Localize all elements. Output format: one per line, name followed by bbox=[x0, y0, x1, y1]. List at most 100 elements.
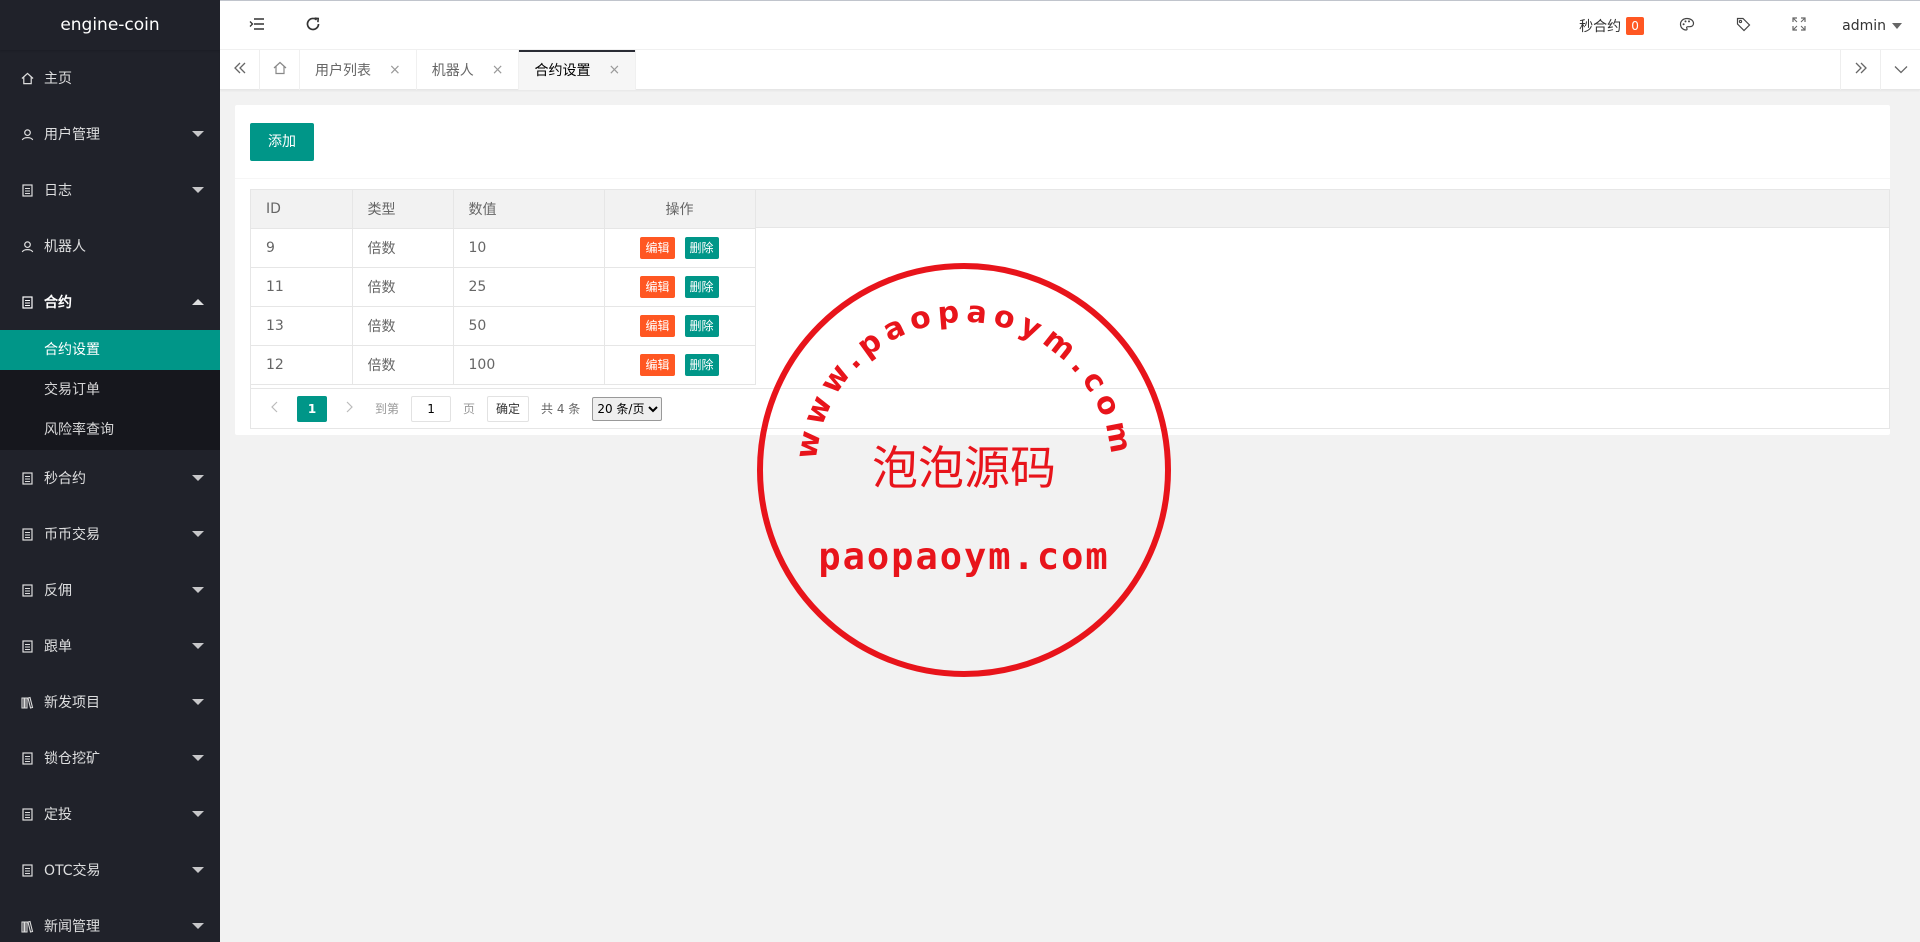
sidebar-item-label: 锁仓挖矿 bbox=[44, 751, 100, 767]
prev-page-button[interactable] bbox=[261, 396, 287, 422]
cell-id: 11 bbox=[251, 267, 353, 307]
double-chevron-right-icon bbox=[1854, 62, 1868, 78]
data-table: ID 类型 数值 操作 9 倍数 10 编辑 删除 11 倍数 25 编辑 删除… bbox=[250, 189, 1890, 429]
sidebar-item-lock-mining[interactable]: 锁仓挖矿 bbox=[0, 730, 220, 786]
sidebar-item-robot[interactable]: 机器人 bbox=[0, 218, 220, 274]
cell-action: 编辑 删除 bbox=[604, 345, 756, 385]
close-icon[interactable]: × bbox=[608, 62, 620, 78]
sidebar-subitem-contract-settings[interactable]: 合约设置 bbox=[0, 330, 220, 370]
sidebar-item-user-management[interactable]: 用户管理 bbox=[0, 106, 220, 162]
tag-button[interactable] bbox=[1715, 1, 1771, 51]
column-header-id[interactable]: ID bbox=[251, 190, 353, 229]
table-header-fill bbox=[755, 190, 1889, 228]
chevron-down-icon bbox=[192, 755, 204, 761]
add-button[interactable]: 添加 bbox=[250, 123, 314, 161]
chevron-down-icon bbox=[192, 699, 204, 705]
tabs-menu-button[interactable] bbox=[1880, 50, 1920, 90]
count-badge: 0 bbox=[1626, 17, 1645, 35]
fullscreen-button[interactable] bbox=[1771, 1, 1827, 51]
sidebar-item-label: 新发项目 bbox=[44, 695, 100, 711]
edit-button[interactable]: 编辑 bbox=[640, 275, 675, 298]
chevron-down-icon bbox=[192, 531, 204, 537]
sidebar-item-second-contract[interactable]: 秒合约 bbox=[0, 450, 220, 506]
tabs-scroll-right-button[interactable] bbox=[1840, 50, 1880, 90]
sidebar-item-label: 合约 bbox=[44, 295, 72, 311]
refresh-button[interactable] bbox=[288, 1, 338, 51]
cell-action: 编辑 删除 bbox=[604, 306, 756, 346]
goto-page-input[interactable] bbox=[411, 395, 452, 422]
delete-button[interactable]: 删除 bbox=[684, 353, 719, 376]
sidebar-item-label: 币币交易 bbox=[44, 527, 100, 543]
header-right: 秒合约 0 admin bbox=[1564, 1, 1920, 51]
tab-robot[interactable]: 机器人 × bbox=[417, 50, 520, 90]
sidebar: engine-coin 主页 用户管理 日志 机器人 合约 合约设置 交易订单 … bbox=[0, 0, 220, 942]
document-icon bbox=[20, 807, 34, 821]
sidebar-item-home[interactable]: 主页 bbox=[0, 50, 220, 106]
sidebar-nav: 主页 用户管理 日志 机器人 合约 bbox=[0, 50, 220, 330]
document-icon bbox=[20, 639, 34, 653]
goto-confirm-button[interactable]: 确定 bbox=[487, 395, 530, 422]
close-icon[interactable]: × bbox=[492, 62, 504, 78]
column-header-value[interactable]: 数值 bbox=[453, 190, 605, 229]
menu-fold-icon bbox=[249, 17, 265, 35]
top-header: 秒合约 0 admin bbox=[220, 0, 1920, 50]
tab-user-list[interactable]: 用户列表 × bbox=[300, 50, 417, 90]
user-menu[interactable]: admin bbox=[1827, 1, 1920, 51]
total-count: 共 4 条 bbox=[541, 402, 581, 416]
sidebar-item-fixed-invest[interactable]: 定投 bbox=[0, 786, 220, 842]
cell-type: 倍数 bbox=[352, 267, 454, 307]
list-icon bbox=[20, 695, 34, 709]
sidebar-subitem-risk-query[interactable]: 风险率查询 bbox=[0, 410, 220, 450]
sidebar-item-label: 新闻管理 bbox=[44, 919, 100, 935]
cell-action: 编辑 删除 bbox=[604, 228, 756, 268]
chevron-down-icon bbox=[192, 643, 204, 649]
sidebar-subitem-trade-orders[interactable]: 交易订单 bbox=[0, 370, 220, 410]
tabs-scroll-left-button[interactable] bbox=[220, 50, 260, 90]
page-size-select[interactable]: 20 条/页 bbox=[592, 396, 663, 421]
table-row: 13 倍数 50 编辑 删除 bbox=[251, 306, 756, 346]
sidebar-item-copy-trade[interactable]: 跟单 bbox=[0, 618, 220, 674]
sidebar-item-label: 反佣 bbox=[44, 583, 72, 599]
chevron-down-icon bbox=[192, 131, 204, 137]
cell-id: 12 bbox=[251, 345, 353, 385]
home-icon bbox=[20, 71, 34, 85]
close-icon[interactable]: × bbox=[389, 62, 401, 78]
cell-value: 25 bbox=[453, 267, 605, 307]
table-row: 11 倍数 25 编辑 删除 bbox=[251, 267, 756, 307]
sidebar-item-new-projects[interactable]: 新发项目 bbox=[0, 674, 220, 730]
second-contract-label: 秒合约 bbox=[1579, 19, 1622, 35]
delete-button[interactable]: 删除 bbox=[684, 275, 719, 298]
delete-button[interactable]: 删除 bbox=[684, 236, 719, 259]
table-header-row: ID 类型 数值 操作 bbox=[251, 190, 756, 229]
edit-button[interactable]: 编辑 bbox=[640, 236, 675, 259]
chevron-down-icon bbox=[1894, 62, 1908, 78]
tab-contract-settings[interactable]: 合约设置 × bbox=[519, 50, 637, 90]
edit-button[interactable]: 编辑 bbox=[640, 353, 675, 376]
delete-button[interactable]: 删除 bbox=[684, 314, 719, 337]
column-header-type[interactable]: 类型 bbox=[352, 190, 454, 229]
tab-home[interactable] bbox=[260, 50, 300, 90]
app-logo[interactable]: engine-coin bbox=[0, 0, 220, 50]
sidebar-item-contract[interactable]: 合约 bbox=[0, 274, 220, 330]
content-card: 添加 ID 类型 数值 操作 9 倍数 10 编辑 删除 11 倍数 25 编辑… bbox=[235, 105, 1890, 435]
page-unit-label: 页 bbox=[463, 402, 476, 416]
theme-button[interactable] bbox=[1659, 1, 1715, 51]
menu-fold-button[interactable] bbox=[232, 1, 282, 51]
sidebar-item-news[interactable]: 新闻管理 bbox=[0, 898, 220, 942]
tab-label: 机器人 bbox=[431, 63, 474, 79]
sidebar-item-otc-trade[interactable]: OTC交易 bbox=[0, 842, 220, 898]
sidebar-item-rebate[interactable]: 反佣 bbox=[0, 562, 220, 618]
document-icon bbox=[20, 471, 34, 485]
next-page-button[interactable] bbox=[337, 396, 363, 422]
page-number-current[interactable]: 1 bbox=[297, 395, 327, 422]
tabs-bar: 用户列表 × 机器人 × 合约设置 × bbox=[220, 50, 1920, 90]
second-contract-notice[interactable]: 秒合约 0 bbox=[1564, 1, 1659, 51]
edit-button[interactable]: 编辑 bbox=[640, 314, 675, 337]
document-icon bbox=[20, 183, 34, 197]
sidebar-item-coin-trade[interactable]: 币币交易 bbox=[0, 506, 220, 562]
chevron-down-icon bbox=[192, 475, 204, 481]
sidebar-item-logs[interactable]: 日志 bbox=[0, 162, 220, 218]
stamp-center-text: 泡泡源码 bbox=[872, 441, 1056, 495]
chevron-up-icon bbox=[192, 299, 204, 305]
chevron-left-icon bbox=[270, 401, 278, 416]
